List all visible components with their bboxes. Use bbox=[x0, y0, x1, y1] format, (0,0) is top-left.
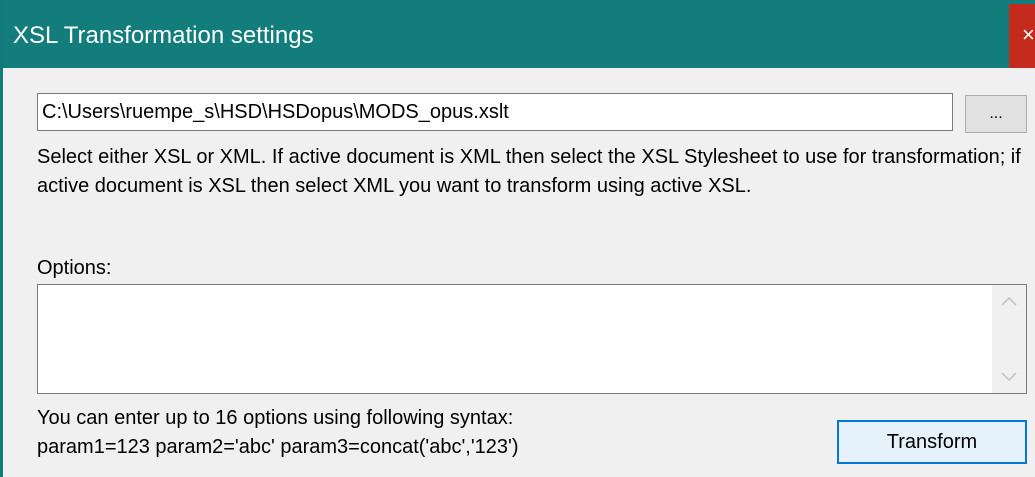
scroll-up-button[interactable] bbox=[992, 285, 1026, 319]
close-icon: × bbox=[1022, 22, 1035, 47]
scroll-down-button[interactable] bbox=[992, 359, 1026, 393]
options-textarea[interactable] bbox=[38, 285, 993, 393]
syntax-hint-line-2: param1=123 param2='abc' param3=concat('a… bbox=[37, 436, 519, 458]
help-text: Select either XSL or XML. If active docu… bbox=[37, 146, 1021, 197]
browse-button[interactable]: ... bbox=[965, 95, 1027, 133]
transform-button[interactable]: Transform bbox=[837, 420, 1027, 464]
options-scrollbar[interactable] bbox=[992, 285, 1026, 393]
chevron-down-icon bbox=[1001, 372, 1017, 382]
stylesheet-path-input[interactable] bbox=[37, 93, 953, 131]
syntax-hint-line-1: You can enter up to 16 options using fol… bbox=[37, 407, 514, 429]
close-button[interactable]: × bbox=[1009, 4, 1035, 68]
window-title: XSL Transformation settings bbox=[13, 22, 314, 49]
xsl-transformation-dialog: XSL Transformation settings × ... Select… bbox=[0, 0, 1035, 477]
chevron-up-icon bbox=[1001, 296, 1017, 306]
title-bar[interactable]: XSL Transformation settings × bbox=[3, 0, 1035, 68]
options-label: Options: bbox=[37, 257, 112, 279]
options-field bbox=[37, 284, 1027, 394]
